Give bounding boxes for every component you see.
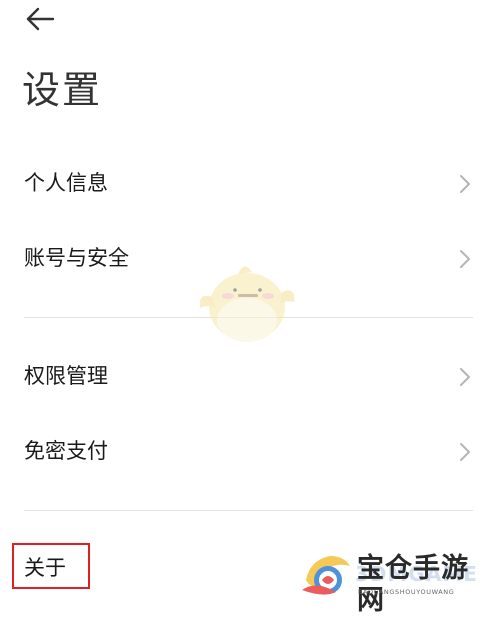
watermark-subtitle: BAOCANGSHOUYOUWANG — [358, 588, 455, 596]
mascot-watermark-icon — [199, 266, 295, 342]
watermark-title: 宝仓手游网 — [357, 553, 469, 616]
section-divider — [24, 510, 473, 511]
settings-item-label: 权限管理 — [24, 364, 108, 388]
settings-item-personal-info[interactable]: 个人信息 — [0, 153, 491, 213]
arrow-left-icon — [26, 7, 55, 31]
page-title: 设置 — [22, 68, 103, 112]
back-button[interactable] — [18, 2, 62, 36]
settings-item-password-free-payment[interactable]: 免密支付 — [0, 421, 491, 481]
chevron-right-icon — [460, 368, 470, 386]
chevron-right-icon — [460, 443, 470, 461]
settings-item-label: 免密支付 — [24, 439, 108, 463]
settings-item-label: 个人信息 — [24, 171, 108, 195]
chevron-right-icon — [460, 250, 470, 268]
highlight-box — [12, 543, 90, 589]
settings-item-label: 账号与安全 — [24, 246, 129, 270]
settings-item-permission-management[interactable]: 权限管理 — [0, 346, 491, 406]
watermark-logo-icon — [302, 556, 350, 595]
chevron-right-icon — [460, 175, 470, 193]
